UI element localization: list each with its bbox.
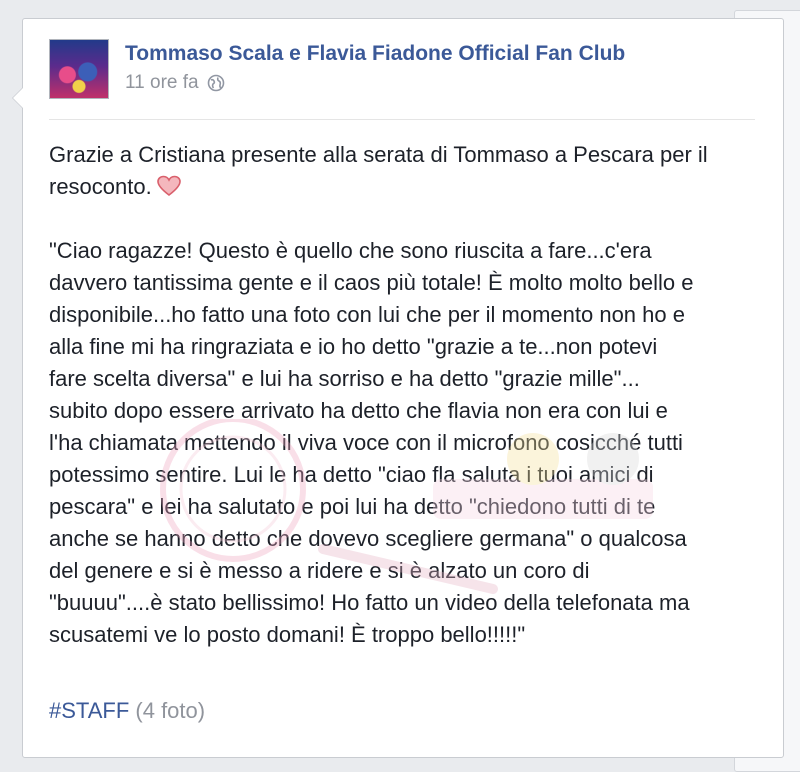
body-line: anche se hanno detto che dovevo sceglier…	[49, 526, 687, 551]
body-line: "Ciao ragazze! Questo è quello che sono …	[49, 238, 652, 263]
body-line: pescara" e lei ha salutato e poi lui ha …	[49, 494, 656, 519]
post-card: Tommaso Scala e Flavia Fiadone Official …	[12, 18, 784, 758]
timeline-pointer-inner	[13, 88, 23, 108]
body-line: l'ha chiamata mettendo il viva voce con …	[49, 430, 683, 455]
photo-count[interactable]: (4 foto)	[135, 698, 205, 723]
body-line: subito dopo essere arrivato ha detto che…	[49, 398, 668, 423]
post-footer: #STAFF (4 foto)	[49, 695, 205, 727]
body-line: del genere e si è messo a ridere e si è …	[49, 558, 590, 583]
post-meta: 11 ore fa	[125, 72, 225, 94]
intro-paragraph: Grazie a Cristiana presente alla serata …	[49, 139, 769, 203]
intro-line: Grazie a Cristiana presente alla serata …	[49, 142, 708, 167]
globe-icon[interactable]	[207, 74, 225, 92]
body-line: scusatemi ve lo posto domani! È troppo b…	[49, 622, 526, 647]
body-line: fare scelta diversa" e lui ha sorriso e …	[49, 366, 640, 391]
post-header: Tommaso Scala e Flavia Fiadone Official …	[49, 39, 755, 120]
body-paragraph: "Ciao ragazze! Questo è quello che sono …	[49, 235, 769, 651]
intro-line: resoconto.	[49, 174, 152, 199]
page-avatar[interactable]	[49, 39, 109, 99]
post-timestamp[interactable]: 11 ore fa	[125, 72, 199, 94]
hashtag-link[interactable]: #STAFF	[49, 698, 129, 723]
body-line: potessimo sentire. Lui le ha detto "ciao…	[49, 462, 654, 487]
post-text: Grazie a Cristiana presente alla serata …	[49, 139, 769, 683]
body-line: davvero tantissima gente e il caos più t…	[49, 270, 694, 295]
page-name-link[interactable]: Tommaso Scala e Flavia Fiadone Official …	[125, 42, 625, 66]
body-line: disponibile...ho fatto una foto con lui …	[49, 302, 685, 327]
body-line: "buuuu"....è stato bellissimo! Ho fatto …	[49, 590, 690, 615]
body-line: alla fine mi ha ringraziata e io ho dett…	[49, 334, 658, 359]
intro-line-with-heart: resoconto.	[49, 171, 769, 203]
heart-icon	[156, 174, 182, 197]
